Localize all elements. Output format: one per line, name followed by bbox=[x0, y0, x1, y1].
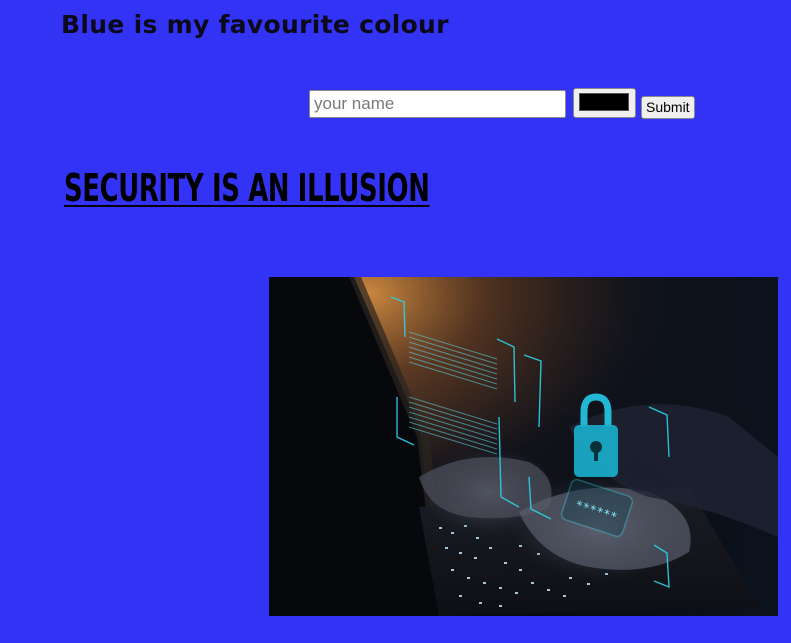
color-picker-swatch bbox=[579, 93, 629, 111]
name-input[interactable] bbox=[309, 90, 566, 118]
site-title: Blue is my favourite colour bbox=[61, 10, 449, 39]
submit-button[interactable]: Submit bbox=[641, 96, 695, 119]
security-hero-image: ****** bbox=[269, 277, 778, 616]
article-headline: SECURITY IS AN ILLUSION bbox=[64, 166, 430, 210]
color-picker[interactable] bbox=[573, 88, 636, 118]
